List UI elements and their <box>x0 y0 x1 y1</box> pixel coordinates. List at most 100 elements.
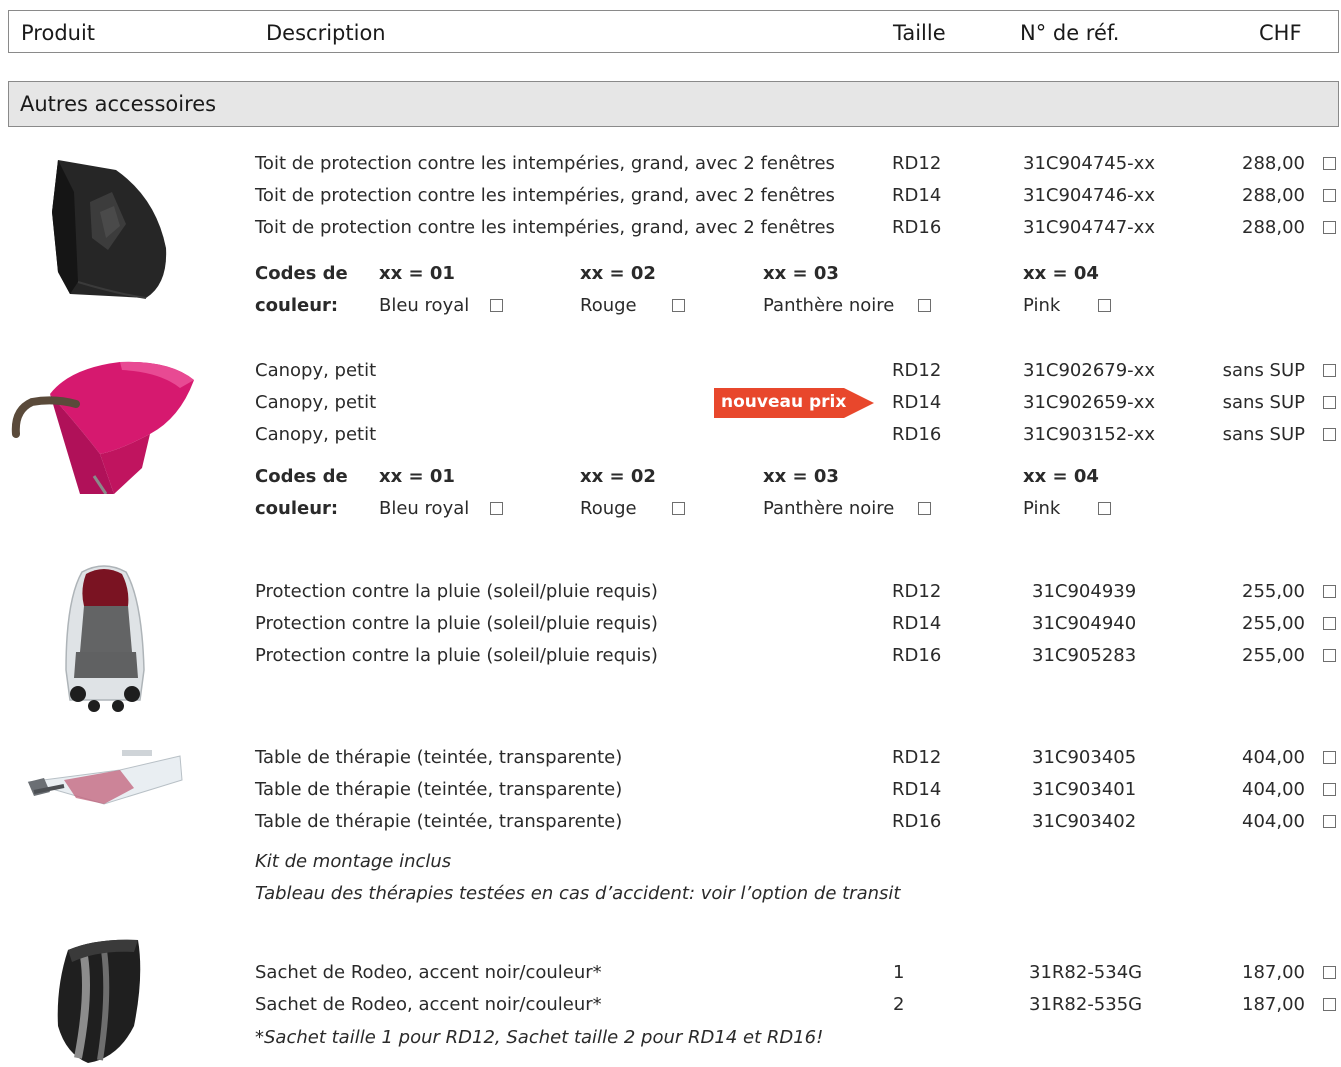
row-size: RD16 <box>892 811 942 832</box>
row-desc: Table de thérapie (teintée, transparente… <box>255 811 623 832</box>
row-price: 255,00 <box>1242 645 1305 666</box>
order-checkbox[interactable] <box>1323 649 1336 662</box>
row-desc: Toit de protection contre les intempérie… <box>255 217 835 238</box>
row-ref: 31C903405 <box>1032 747 1137 768</box>
row-ref: 31R82-535G <box>1029 994 1143 1015</box>
row-ref: 31C904939 <box>1032 581 1137 602</box>
row-size: RD14 <box>892 392 942 413</box>
row-ref: 31C904747-xx <box>1023 217 1155 238</box>
order-checkbox[interactable] <box>1323 189 1336 202</box>
color-name: Panthère noire <box>763 295 895 316</box>
color-name: Rouge <box>580 295 637 316</box>
color-checkbox[interactable] <box>1098 299 1111 312</box>
color-name: Panthère noire <box>763 498 895 519</box>
row-desc: Table de thérapie (teintée, transparente… <box>255 779 623 800</box>
color-checkbox[interactable] <box>918 299 931 312</box>
row-ref: 31C904746-xx <box>1023 185 1155 206</box>
col-product: Produit <box>21 21 96 45</box>
row-size: RD12 <box>892 581 942 602</box>
color-name: Pink <box>1023 295 1061 316</box>
row-size: RD16 <box>892 424 942 445</box>
row-ref: 31C904940 <box>1032 613 1137 634</box>
color-name: Rouge <box>580 498 637 519</box>
col-size: Taille <box>893 21 946 45</box>
order-checkbox[interactable] <box>1323 428 1336 441</box>
row-size: RD14 <box>892 779 942 800</box>
color-codes-label: couleur: <box>255 498 339 519</box>
row-desc: Toit de protection contre les intempérie… <box>255 153 835 174</box>
order-checkbox[interactable] <box>1323 617 1336 630</box>
color-name: Pink <box>1023 498 1061 519</box>
order-checkbox[interactable] <box>1323 364 1336 377</box>
new-price-label: nouveau prix <box>721 392 847 412</box>
row-price: sans SUP <box>1222 392 1305 413</box>
section-header: Autres accessoires <box>8 81 1339 127</box>
color-checkbox[interactable] <box>672 502 685 515</box>
color-checkbox[interactable] <box>1098 502 1111 515</box>
row-desc: Protection contre la pluie (soleil/pluie… <box>255 581 658 602</box>
row-desc: Sachet de Rodeo, accent noir/couleur* <box>255 994 602 1015</box>
row-ref: 31C903402 <box>1032 811 1137 832</box>
note: Tableau des thérapies testées en cas d’a… <box>255 883 901 904</box>
row-ref: 31C903152-xx <box>1023 424 1155 445</box>
color-checkbox[interactable] <box>490 299 503 312</box>
order-checkbox[interactable] <box>1323 585 1336 598</box>
canopy-image <box>10 358 200 495</box>
row-price: 288,00 <box>1242 217 1305 238</box>
table-header: Produit Description Taille N° de réf. CH… <box>8 10 1339 53</box>
row-ref: 31C902679-xx <box>1023 360 1155 381</box>
row-price: 404,00 <box>1242 747 1305 768</box>
col-ref: N° de réf. <box>1020 21 1120 45</box>
color-code: xx = 04 <box>1023 263 1099 284</box>
row-desc: Canopy, petit <box>255 424 377 445</box>
color-name: Bleu royal <box>379 498 470 519</box>
row-ref: 31C905283 <box>1032 645 1137 666</box>
order-checkbox[interactable] <box>1323 396 1336 409</box>
row-ref: 31C902659-xx <box>1023 392 1155 413</box>
row-size: 1 <box>893 962 905 983</box>
row-desc: Canopy, petit <box>255 392 377 413</box>
color-code: xx = 02 <box>580 263 656 284</box>
color-code: xx = 01 <box>379 263 455 284</box>
row-desc: Toit de protection contre les intempérie… <box>255 185 835 206</box>
row-size: RD12 <box>892 747 942 768</box>
color-codes-label: Codes de <box>255 466 348 487</box>
row-price: 288,00 <box>1242 153 1305 174</box>
row-size: RD12 <box>892 360 942 381</box>
color-code: xx = 02 <box>580 466 656 487</box>
color-codes-label: Codes de <box>255 263 348 284</box>
color-checkbox[interactable] <box>490 502 503 515</box>
color-code: xx = 03 <box>763 263 839 284</box>
note: *Sachet taille 1 pour RD12, Sachet taill… <box>255 1027 824 1048</box>
row-ref: 31R82-534G <box>1029 962 1143 983</box>
row-size: RD12 <box>892 153 942 174</box>
row-price: sans SUP <box>1222 424 1305 445</box>
row-size: RD16 <box>892 217 942 238</box>
row-size: 2 <box>893 994 905 1015</box>
row-price: 187,00 <box>1242 994 1305 1015</box>
row-price: 255,00 <box>1242 581 1305 602</box>
order-checkbox[interactable] <box>1323 157 1336 170</box>
col-description: Description <box>266 21 386 45</box>
color-checkbox[interactable] <box>672 299 685 312</box>
row-size: RD16 <box>892 645 942 666</box>
order-checkbox[interactable] <box>1323 751 1336 764</box>
row-desc: Sachet de Rodeo, accent noir/couleur* <box>255 962 602 983</box>
row-price: sans SUP <box>1222 360 1305 381</box>
row-price: 404,00 <box>1242 811 1305 832</box>
color-code: xx = 03 <box>763 466 839 487</box>
col-price: CHF <box>1259 21 1302 45</box>
order-checkbox[interactable] <box>1323 966 1336 979</box>
section-title: Autres accessoires <box>20 92 217 116</box>
new-price-badge: nouveau prix <box>714 388 874 418</box>
row-price: 187,00 <box>1242 962 1305 983</box>
therapy-table-image <box>24 740 184 820</box>
order-checkbox[interactable] <box>1323 998 1336 1011</box>
color-checkbox[interactable] <box>918 502 931 515</box>
order-checkbox[interactable] <box>1323 783 1336 796</box>
order-checkbox[interactable] <box>1323 815 1336 828</box>
row-ref: 31C903401 <box>1032 779 1137 800</box>
order-checkbox[interactable] <box>1323 221 1336 234</box>
color-codes-label: couleur: <box>255 295 339 316</box>
row-price: 255,00 <box>1242 613 1305 634</box>
